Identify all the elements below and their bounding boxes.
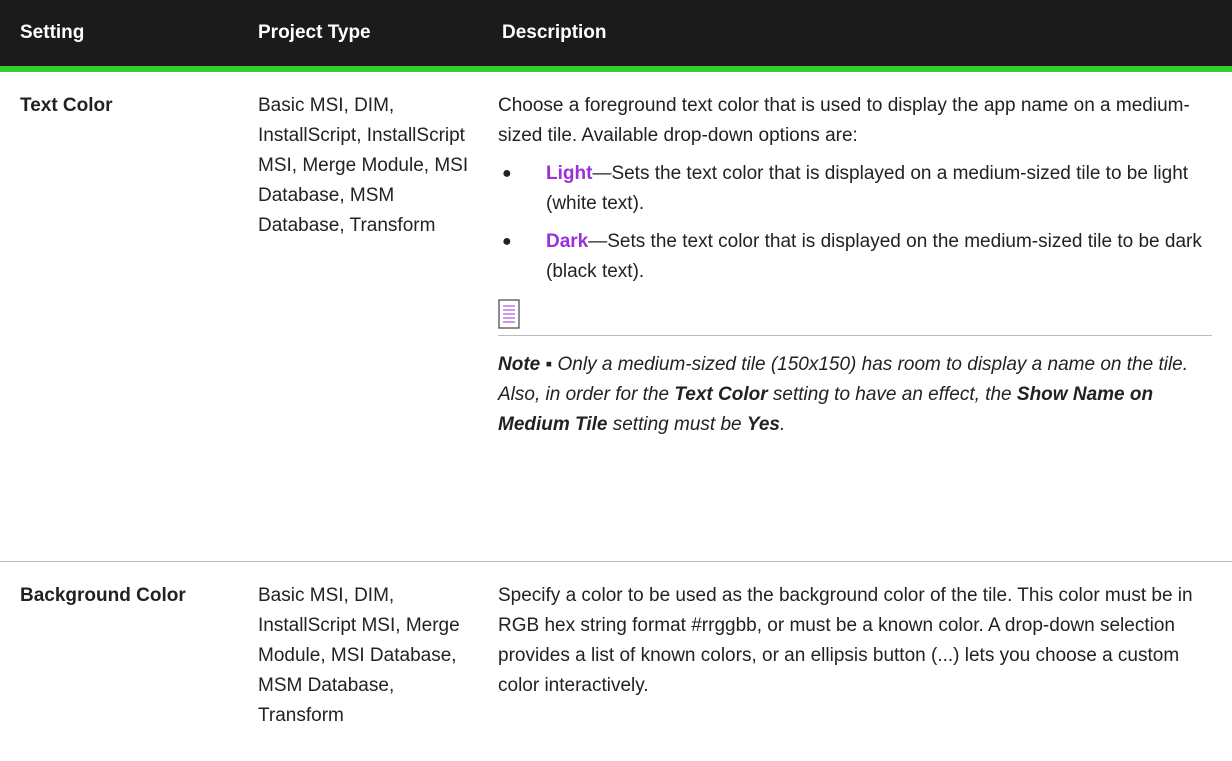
note-icon: [498, 299, 520, 329]
option-light-link[interactable]: Light: [546, 163, 592, 184]
note-label: Note: [498, 354, 541, 375]
option-dark-text: —Sets the text color that is displayed o…: [546, 231, 1202, 282]
header-setting: Setting: [0, 0, 238, 72]
option-list: ● Light—Sets the text color that is disp…: [498, 159, 1212, 287]
option-light-text: —Sets the text color that is displayed o…: [546, 163, 1189, 214]
description-text: Choose a foreground text color that is u…: [498, 95, 1190, 146]
note-text-part: .: [779, 414, 786, 435]
settings-table: Setting Project Type Description Text Co…: [0, 0, 1232, 731]
project-type-cell: Basic MSI, DIM, InstallScript, InstallSc…: [238, 69, 482, 562]
list-item: ● Light—Sets the text color that is disp…: [498, 159, 1212, 219]
note-divider: [498, 299, 1212, 336]
bullet-icon: ●: [502, 165, 512, 182]
description-cell: Choose a foreground text color that is u…: [482, 69, 1232, 562]
note-text: Note ▪ Only a medium-sized tile (150x150…: [498, 350, 1212, 440]
note-bold-text-color: Text Color: [674, 384, 768, 405]
note-separator: ▪: [540, 354, 558, 375]
note-text-part: setting must be: [607, 414, 747, 435]
list-item: ● Dark—Sets the text color that is displ…: [498, 227, 1212, 287]
table-row: Text Color Basic MSI, DIM, InstallScript…: [0, 69, 1232, 562]
header-project-type: Project Type: [238, 0, 482, 72]
note-bold-yes: Yes: [746, 414, 780, 435]
setting-name: Text Color: [0, 69, 238, 562]
note-text-part: setting to have an effect, the: [767, 384, 1017, 405]
option-dark-link[interactable]: Dark: [546, 231, 588, 252]
project-type-cell: Basic MSI, DIM, InstallScript MSI, Merge…: [258, 585, 460, 726]
table-header: Setting Project Type Description: [0, 0, 1232, 72]
description-text: Specify a color to be used as the backgr…: [498, 585, 1193, 696]
bullet-icon: ●: [502, 233, 512, 250]
setting-name: Background Color: [20, 585, 186, 606]
table-row: Background Color Basic MSI, DIM, Install…: [0, 562, 1232, 732]
description-cell: Specify a color to be used as the backgr…: [482, 562, 1232, 732]
header-description: Description: [482, 0, 1232, 72]
